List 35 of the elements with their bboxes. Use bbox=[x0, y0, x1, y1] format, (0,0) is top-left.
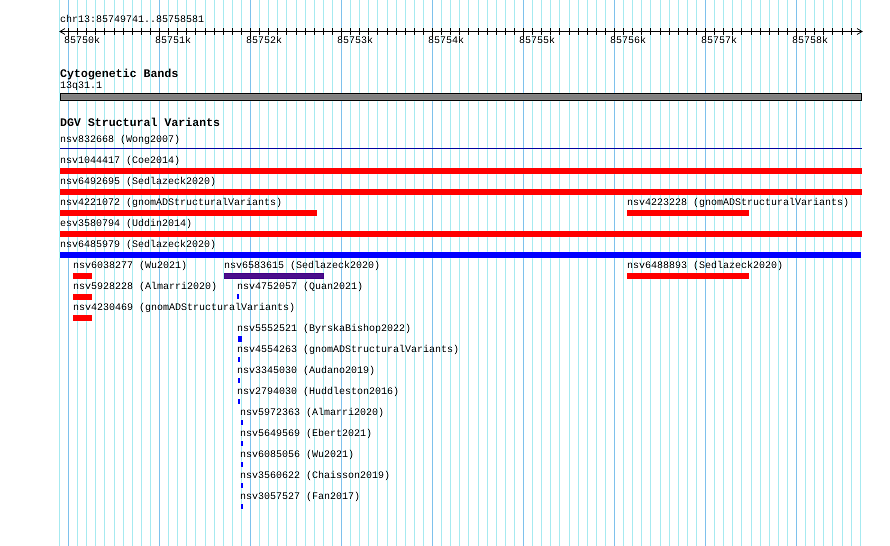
variant-label: nsv6485979 (Sedlazeck2020) bbox=[60, 240, 216, 251]
variant-label: nsv4223228 (gnomADStructuralVariants) bbox=[627, 198, 850, 209]
tick-label: 85758k bbox=[792, 36, 828, 47]
variant-label: nsv5928228 (Almarri2020) bbox=[73, 282, 218, 293]
variant-label: nsv3057527 (Fan2017) bbox=[240, 492, 360, 503]
variant-label: nsv4752057 (Quan2021) bbox=[237, 282, 364, 293]
variant-label: nsv6085056 (Wu2021) bbox=[240, 450, 354, 461]
track-title: Cytogenetic Bands bbox=[60, 68, 178, 81]
band-label: 13q31.1 bbox=[60, 81, 102, 92]
variant-label: nsv3345030 (Audano2019) bbox=[237, 366, 376, 377]
variant-label: nsv6583615 (Sedlazeck2020) bbox=[224, 261, 380, 272]
tick-label: 85753k bbox=[337, 36, 374, 47]
variant-label: nsv2794030 (Huddleston2016) bbox=[237, 387, 400, 398]
variant-label: nsv5552521 (ByrskaBishop2022) bbox=[237, 324, 412, 335]
variant-label: nsv6488893 (Sedlazeck2020) bbox=[627, 261, 784, 272]
variant-label: nsv4554263 (gnomADStructuralVariants) bbox=[237, 345, 460, 356]
variant-label: nsv4221072 (gnomADStructuralVariants) bbox=[60, 198, 282, 209]
variant-label: nsv6492695 (Sedlazeck2020) bbox=[60, 177, 216, 188]
tick-label: 85757k bbox=[701, 36, 738, 47]
tick-label: 85755k bbox=[519, 36, 556, 47]
tick-label: 85750k bbox=[64, 36, 100, 47]
variant-label: nsv832668 (Wong2007) bbox=[60, 135, 180, 146]
variant-label: nsv5649569 (Ebert2021) bbox=[240, 429, 372, 440]
tick-label: 85756k bbox=[610, 36, 646, 47]
variant-label: nsv1044417 (Coe2014) bbox=[60, 156, 180, 167]
tick-label: 85754k bbox=[428, 36, 464, 47]
variant-label: nsv3560622 (Chaisson2019) bbox=[240, 471, 390, 482]
tick-label: 85751k bbox=[155, 36, 192, 47]
variant-label: esv3580794 (Uddin2014) bbox=[60, 219, 192, 230]
location-label: chr13:85749741..85758581 bbox=[60, 15, 204, 26]
variant-label: nsv5972363 (Almarri2020) bbox=[240, 408, 384, 419]
variant-label: nsv4230469 (gnomADStructuralVariants) bbox=[73, 303, 296, 314]
track-title: DGV Structural Variants bbox=[60, 117, 220, 130]
tick-label: 85752k bbox=[246, 36, 282, 47]
variant-label: nsv6038277 (Wu2021) bbox=[73, 261, 188, 272]
